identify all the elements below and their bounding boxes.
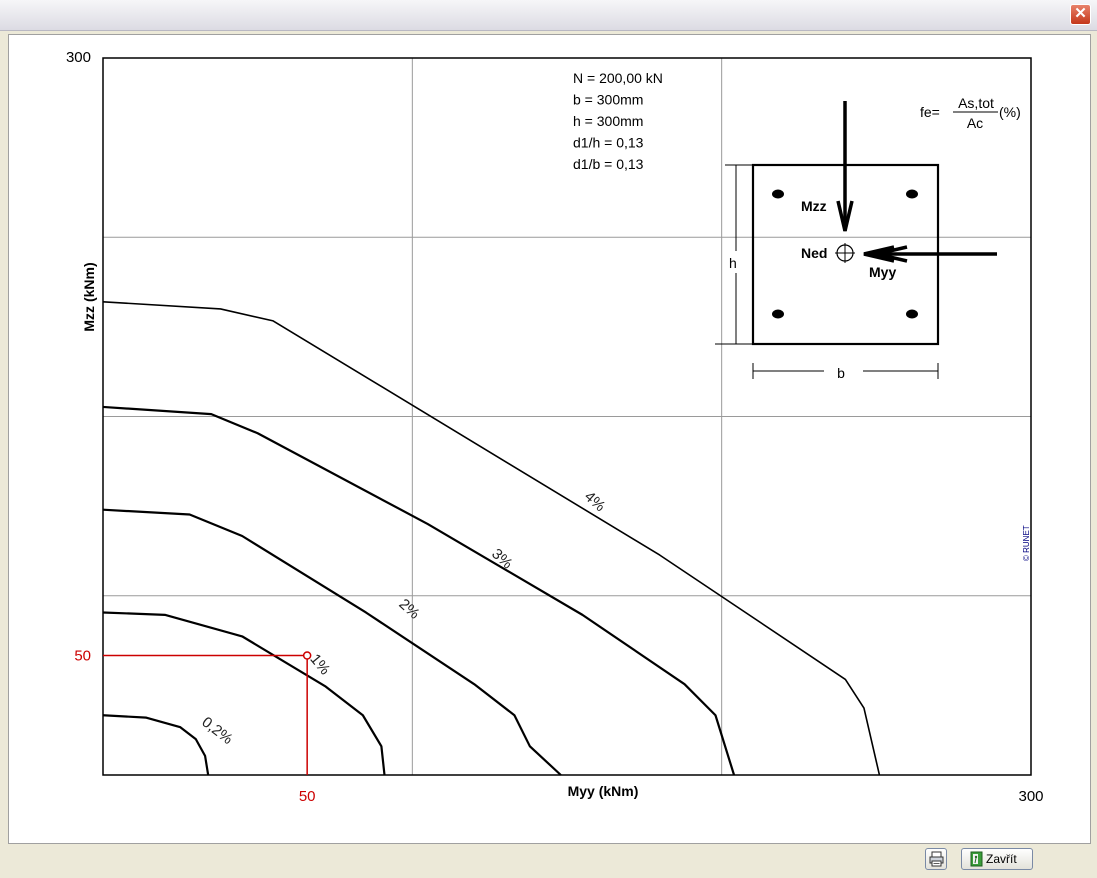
marker-y-label: 50 <box>74 648 91 665</box>
series-line-2 <box>102 611 386 776</box>
marker-point <box>302 651 312 660</box>
series-line-1 <box>102 714 210 776</box>
series-line-5 <box>102 300 881 776</box>
label-mzz: Mzz <box>801 198 827 214</box>
print-button[interactable] <box>925 848 947 870</box>
curves <box>102 300 881 776</box>
parameter-line: b = 300mm <box>573 92 643 108</box>
series-label-4: 3% <box>488 545 515 572</box>
y-tick-label: 300 <box>66 49 91 66</box>
parameter-list: N = 200,00 kN b = 300mm h = 300mm d1/h = 0,… <box>573 70 663 172</box>
marker-x-label: 50 <box>299 788 316 805</box>
series-label-5: 4% <box>581 488 608 515</box>
interaction-diagram: 0,2%1%2%3%4% 5050 Myy (kNm) Mzz (kNm) 30… <box>66 49 1044 806</box>
close-button[interactable]: Zavřít <box>961 848 1033 870</box>
formula-suffix: (%) <box>999 104 1021 120</box>
rebar-top-right <box>906 189 918 199</box>
label-myy: Myy <box>869 264 896 280</box>
axis-ticks: 300 300 <box>66 49 1044 805</box>
rebar-top-left <box>772 189 784 199</box>
parameter-line: N = 200,00 kN <box>573 70 663 86</box>
close-button-label: Zavřít <box>986 852 1017 866</box>
rebar-bottom-right <box>906 309 918 319</box>
formula-numerator: As,tot <box>958 95 994 111</box>
series-line-4 <box>102 405 736 776</box>
watermark: © RUNET <box>1022 525 1031 561</box>
formula-prefix: fe= <box>920 104 940 120</box>
y-axis-label: Mzz (kNm) <box>81 262 97 331</box>
x-tick-label: 300 <box>1018 788 1043 805</box>
printer-icon <box>929 851 944 867</box>
title-bar: ✕ <box>0 0 1097 31</box>
curve-labels: 0,2%1%2%3%4% <box>198 488 608 748</box>
parameter-line: d1/h = 0,13 <box>573 135 644 151</box>
parameter-line: h = 300mm <box>573 113 643 129</box>
window-close-button[interactable]: ✕ <box>1070 4 1091 25</box>
formula-denominator: Ac <box>967 115 983 131</box>
label-h: h <box>729 255 737 271</box>
label-ned: Ned <box>801 245 827 261</box>
series-label-1: 0,2% <box>198 714 235 748</box>
reinforcement-formula: fe= As,tot Ac (%) <box>920 95 1021 131</box>
label-b: b <box>837 365 845 381</box>
series-line-3 <box>102 508 562 776</box>
x-axis-label: Myy (kNm) <box>568 783 639 799</box>
chart-window: ✕ 0,2% 1% 2% 3% 4% 50 50 Myy (kNm) Mzz (kNm) … <box>0 0 1097 878</box>
reading-marker: 50 50 <box>74 648 315 806</box>
exit-door-icon <box>970 851 983 867</box>
chart-canvas: 0,2% 1% 2% 3% 4% 50 50 Myy (kNm) Mzz (kNm) 30… <box>8 34 1091 844</box>
series-label-3: 2% <box>395 596 422 623</box>
rebar-bottom-left <box>772 309 784 319</box>
cross-section-diagram: Mzz Ned Myy h b <box>715 101 997 381</box>
parameter-line: d1/b = 0,13 <box>573 156 644 172</box>
